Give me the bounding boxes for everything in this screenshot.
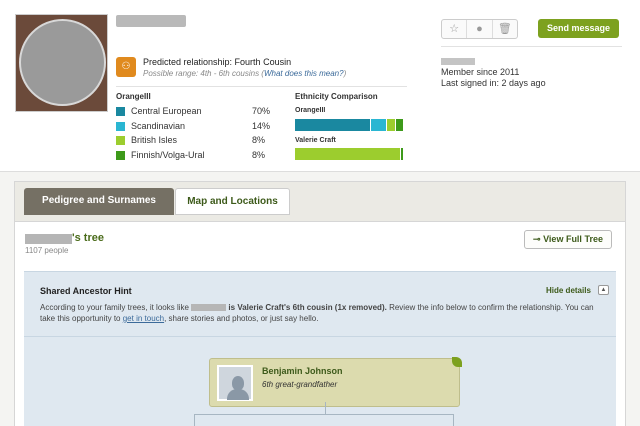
comparison-bar-2 [295, 148, 403, 160]
get-in-touch-link[interactable]: get in touch [123, 314, 164, 323]
swatch [116, 122, 125, 131]
tree-connector [194, 414, 195, 426]
divider [116, 86, 407, 87]
ethnicity-label: British Isles [131, 135, 178, 145]
swatch [116, 151, 125, 160]
avatar[interactable] [15, 14, 108, 112]
bar-segment [295, 119, 370, 131]
dot-icon[interactable]: ● [467, 20, 493, 38]
comparison-user-2: Valerie Craft [295, 137, 336, 144]
divider [24, 336, 616, 337]
username-redacted[interactable] [116, 15, 186, 27]
ethnicity-pct: 70% [252, 106, 271, 116]
bar-segment [387, 119, 395, 131]
ethnicity-user: OrangeIII [116, 92, 151, 101]
leaf-icon [452, 357, 462, 367]
comparison-bar-1 [295, 119, 403, 131]
member-since: Member since 2011 [441, 67, 520, 77]
send-message-button[interactable]: Send message [538, 19, 619, 38]
divider [441, 46, 622, 47]
avatar-redaction [19, 19, 106, 106]
relationship-icon: ⚇ [116, 57, 136, 77]
bar-segment [295, 148, 400, 160]
bar-segment [371, 119, 386, 131]
caret-up-icon[interactable]: ▲ [598, 285, 609, 295]
ethnicity-row: Finnish/Volga-Ural 8% [116, 150, 276, 162]
ethnicity-pct: 8% [252, 135, 266, 145]
tab-pedigree[interactable]: Pedigree and Surnames [24, 188, 174, 215]
person-icon [232, 376, 244, 390]
tree-connector [194, 414, 453, 415]
ethnicity-pct: 8% [252, 150, 266, 160]
ethnicity-row: Scandinavian 14% [116, 121, 276, 133]
tab-bar: Pedigree and Surnames Map and Locations [15, 182, 625, 222]
tree-icon: ⊸ [533, 234, 544, 244]
ethnicity-pct: 14% [252, 121, 271, 131]
view-full-tree-label: View Full Tree [543, 234, 603, 244]
star-icon[interactable]: ☆ [442, 20, 468, 38]
action-icons: ☆ ● 🗑 [441, 19, 518, 39]
ancestor-photo [217, 365, 253, 401]
location-redacted [441, 58, 475, 65]
swatch [116, 107, 125, 116]
tree-connector [325, 402, 326, 414]
trash-icon[interactable]: 🗑 [493, 20, 517, 38]
tree-count: 1107 people [25, 246, 69, 255]
tree-title[interactable]: 's tree [72, 232, 104, 244]
relationship-label: Predicted relationship: Fourth Cousin [143, 57, 292, 67]
ethnicity-label: Finnish/Volga-Ural [131, 150, 205, 160]
tree-connector [453, 414, 454, 426]
hint-title: Shared Ancestor Hint [40, 286, 132, 296]
tree-owner-redacted [25, 234, 72, 244]
ethnicity-label: Central European [131, 106, 202, 116]
person-icon-body [227, 389, 249, 400]
name-redacted [191, 304, 227, 312]
bar-segment [396, 119, 403, 131]
ethnicity-row: British Isles 8% [116, 135, 276, 147]
possible-range: Possible range: 4th - 6th cousins (What … [143, 69, 347, 78]
what-does-this-mean-link[interactable]: What does this mean? [264, 69, 344, 78]
swatch [116, 136, 125, 145]
ethnicity-row: Central European 70% [116, 106, 276, 118]
comparison-user-1: OrangeIII [295, 107, 326, 114]
ethnicity-label: Scandinavian [131, 121, 186, 131]
ancestor-name[interactable]: Benjamin Johnson [262, 366, 343, 376]
view-full-tree-button[interactable]: ⊸ View Full Tree [524, 230, 612, 249]
ethnicity-comparison-title: Ethnicity Comparison [295, 92, 378, 101]
shared-ancestor-hint: Shared Ancestor Hint Hide details ▲ Acco… [24, 271, 616, 426]
last-signed-in: Last signed in: 2 days ago [441, 78, 546, 88]
hide-details-link[interactable]: Hide details [546, 286, 591, 295]
profile-card: ⚇ Predicted relationship: Fourth Cousin … [0, 0, 640, 172]
ancestor-relation: 6th great-grandfather [262, 380, 338, 389]
bar-segment [401, 148, 403, 160]
tabs-section: Pedigree and Surnames Map and Locations … [14, 181, 626, 426]
tab-map[interactable]: Map and Locations [175, 188, 290, 215]
hint-text: According to your family trees, it looks… [40, 303, 594, 323]
ancestor-card[interactable]: Benjamin Johnson 6th great-grandfather [209, 357, 462, 407]
